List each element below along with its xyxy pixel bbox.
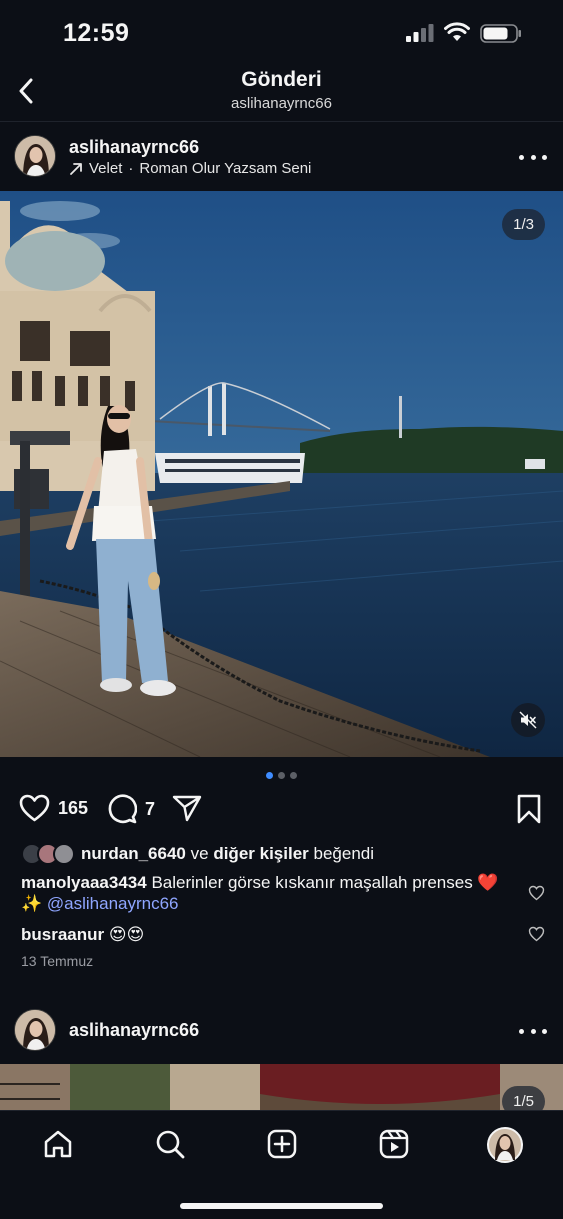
top-navigation-bar: Gönderi aslihanayrnc66 [0, 60, 563, 122]
mute-toggle-button[interactable] [511, 703, 545, 737]
post-photo-scene [0, 191, 563, 757]
save-button[interactable] [516, 794, 542, 824]
comment-item: manolyaaa3434 Balerinler görse kıskanır … [21, 872, 521, 914]
post-photo[interactable]: 1/3 [0, 191, 563, 757]
page-title: Gönderi [241, 68, 322, 91]
mini-avatar [53, 843, 75, 865]
comment-button[interactable]: 7 [107, 794, 155, 824]
comment-like-heart-icon[interactable] [528, 885, 545, 901]
next-post-username[interactable]: aslihanayrnc66 [69, 1020, 199, 1041]
more-dot [519, 154, 524, 160]
tab-search[interactable] [153, 1127, 187, 1161]
liked-by-others[interactable]: diğer kişiler [213, 844, 308, 864]
avatar[interactable] [14, 1009, 56, 1051]
carousel-indicator [0, 772, 563, 779]
comment-item: busraanur 😍😍 [21, 924, 521, 945]
more-dot [530, 154, 536, 160]
bookmark-icon [517, 794, 541, 824]
next-post-header: aslihanayrnc66 [0, 996, 563, 1062]
home-indicator [180, 1203, 383, 1209]
comment-username[interactable]: busraanur [21, 925, 104, 944]
reels-icon [379, 1129, 409, 1159]
tab-profile[interactable] [487, 1127, 523, 1163]
more-dot [542, 154, 547, 160]
music-track: Roman Olur Yazsam Seni [139, 160, 312, 177]
post-username[interactable]: aslihanayrnc66 [69, 137, 199, 158]
liked-by-avatars [21, 843, 75, 865]
next-post-options-button[interactable] [519, 1021, 547, 1041]
carousel-dot [290, 772, 297, 779]
heart-icon [19, 794, 50, 822]
next-post-photo[interactable] [0, 1064, 563, 1114]
page-subtitle-username[interactable]: aslihanayrnc66 [0, 95, 563, 112]
liked-by-suffix: beğendi [313, 844, 375, 863]
create-plus-icon [267, 1129, 297, 1159]
comment-username[interactable]: manolyaaa3434 [21, 873, 147, 892]
share-button[interactable] [172, 794, 202, 822]
next-post-photo-scene [0, 1064, 563, 1114]
status-time: 12:59 [63, 19, 130, 47]
comment-like-heart-icon[interactable] [528, 926, 545, 942]
avatar-portrait-icon [15, 136, 55, 176]
status-bar: 12:59 [0, 0, 563, 64]
carousel-dot [278, 772, 285, 779]
post-actions-bar: 165 7 [0, 792, 563, 832]
liked-by-summary[interactable]: nurdan_6640 ve diğer kişiler beğendi [21, 843, 374, 865]
liked-by-username[interactable]: nurdan_6640 [81, 844, 186, 864]
search-icon [156, 1130, 185, 1159]
likes-count: 165 [58, 797, 89, 818]
paper-plane-icon [172, 795, 202, 822]
post-date: 13 Temmuz [21, 953, 94, 969]
avatar-portrait-icon [15, 1010, 55, 1050]
music-separator: · [128, 160, 134, 177]
carousel-dot-active [266, 772, 273, 779]
cellular-signal-icon [406, 24, 434, 42]
music-artist: Velet [89, 160, 123, 177]
speaker-muted-icon [519, 711, 537, 729]
post-header: aslihanayrnc66 Velet · Roman Olur Yazsam… [0, 124, 563, 190]
post-options-button[interactable] [519, 147, 547, 167]
tab-home[interactable] [41, 1127, 75, 1161]
home-icon [44, 1130, 72, 1158]
arrow-up-right-icon [70, 162, 82, 175]
comments-count: 7 [145, 798, 156, 819]
more-dot [542, 1028, 547, 1034]
tab-reels[interactable] [377, 1127, 411, 1161]
more-dot [530, 1028, 536, 1034]
image-counter-badge: 1/3 [502, 209, 545, 240]
profile-avatar-icon [487, 1127, 523, 1163]
comment-bubble-icon [108, 794, 137, 824]
like-button[interactable]: 165 [19, 794, 88, 822]
more-dot [519, 1028, 524, 1034]
battery-icon [480, 24, 521, 43]
wifi-icon [444, 22, 470, 41]
avatar[interactable] [14, 135, 56, 177]
comment-mention[interactable]: @aslihanayrnc66 [47, 894, 179, 913]
liked-by-connector: ve [190, 844, 209, 863]
comment-text: 😍😍 [108, 925, 145, 944]
tab-create[interactable] [265, 1127, 299, 1161]
music-attribution[interactable]: Velet · Roman Olur Yazsam Seni [69, 160, 311, 177]
